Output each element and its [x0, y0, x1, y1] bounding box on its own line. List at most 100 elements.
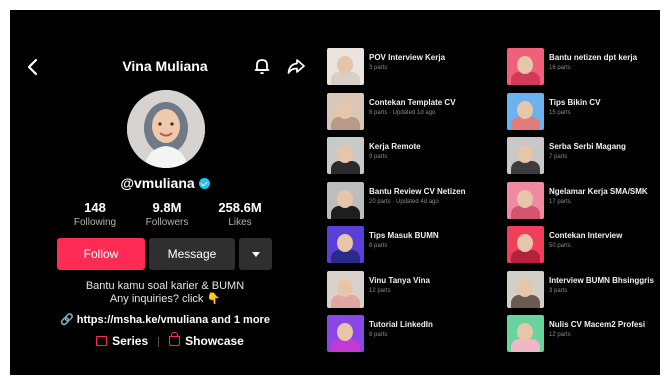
tab-showcase[interactable]: Showcase: [169, 332, 244, 348]
bell-icon[interactable]: [252, 56, 272, 76]
series-item[interactable]: Contekan Interview 50 parts: [507, 226, 660, 266]
series-title: Vinu Tanya Vina: [369, 275, 430, 285]
series-item[interactable]: Tips Bikin CV 15 parts: [507, 92, 660, 133]
series-item[interactable]: Bantu netizen dpt kerja 16 parts: [507, 48, 660, 88]
series-thumbnail: [507, 270, 544, 308]
message-button[interactable]: Message: [149, 238, 235, 270]
series-thumbnail: [327, 92, 364, 130]
series-thumbnail: [507, 137, 544, 174]
series-title: Tutorial LinkedIn: [369, 320, 433, 329]
follow-button[interactable]: Follow: [57, 238, 145, 270]
series-parts: 16 parts: [549, 65, 571, 71]
thumbnail-face: [517, 189, 533, 208]
stat-following[interactable]: 148 Following: [60, 200, 130, 228]
stat-label: Likes: [228, 217, 252, 228]
series-thumbnail: [327, 137, 364, 174]
series-item[interactable]: Interview BUMN Bhsinggris 3 parts: [507, 270, 660, 311]
series-title: POV Interview Kerja: [369, 53, 446, 62]
series-thumbnail: [507, 48, 544, 85]
series-thumbnail: [507, 181, 544, 219]
thumbnail-face: [517, 56, 533, 74]
series-thumbnail: [507, 315, 544, 352]
series-item[interactable]: Tutorial LinkedIn 8 parts: [327, 315, 487, 355]
series-item[interactable]: POV Interview Kerja 3 parts: [327, 48, 487, 88]
back-icon[interactable]: [24, 57, 44, 77]
series-parts: 3 parts: [549, 287, 568, 294]
bio: Bantu kamu soal karier & BUMN Any inquir…: [50, 280, 280, 306]
series-parts: 17 parts: [549, 198, 571, 205]
series-parts: 7 parts: [549, 154, 568, 160]
series-title: Nulis CV Macem2 Profesi: [549, 320, 646, 329]
series-item[interactable]: Tips Masuk BUMN 8 parts: [327, 226, 487, 266]
series-parts: 50 parts: [549, 243, 571, 249]
thumbnail-face: [517, 234, 533, 252]
series-item[interactable]: Ngelamar Kerja SMA/SMK 17 parts: [507, 181, 660, 222]
series-title: Kerja Remote: [369, 142, 421, 151]
thumbnail-face: [337, 189, 353, 208]
series-item[interactable]: Bantu Review CV Netizen 20 parts · Update…: [327, 181, 487, 222]
series-item[interactable]: Contekan Template CV 8 parts · Updated 1d…: [327, 92, 487, 133]
series-title: Bantu netizen dpt kerja: [549, 53, 638, 62]
bio-line: Any inquiries? click 👇: [109, 293, 221, 305]
thumbnail-face: [337, 145, 353, 163]
thumbnail-face: [337, 323, 353, 341]
stat-label: Followers: [145, 217, 189, 228]
link-icon: 🔗: [60, 314, 74, 326]
series-parts: 15 parts: [549, 109, 571, 116]
thumbnail-face: [337, 56, 353, 74]
profile-tabs: Series Showcase: [70, 332, 270, 349]
bio-line: Bantu kamu soal karier & BUMN: [85, 280, 245, 292]
series-thumbnail: [507, 92, 544, 130]
tab-series[interactable]: Series: [96, 334, 148, 348]
profile-link-text: https://msha.ke/vmuliana and 1 more: [76, 314, 270, 326]
more-options-button[interactable]: [239, 238, 272, 270]
stat-value: 258.6M: [218, 200, 262, 215]
avatar-image: [127, 90, 205, 168]
profile-link[interactable]: 🔗 https://msha.ke/vmuliana and 1 more: [50, 313, 280, 326]
username-text: @vmuliana: [120, 175, 195, 191]
share-icon[interactable]: [286, 56, 306, 76]
tab-divider: [158, 337, 160, 347]
thumbnail-face: [517, 100, 533, 119]
series-title: Ngelamar Kerja SMA/SMK: [549, 186, 648, 196]
chevron-down-icon: [251, 251, 260, 257]
series-parts: 20 parts · Updated 4d ago: [369, 198, 439, 205]
series-title: Interview BUMN Bhsinggris: [549, 275, 654, 285]
thumbnail-face: [337, 278, 353, 297]
series-thumbnail: [327, 226, 364, 263]
profile-screen: Vina Muliana @vmuliana 148 Following 9.8…: [10, 10, 660, 375]
series-parts: 12 parts: [549, 332, 571, 338]
series-item[interactable]: Serba Serbi Magang 7 parts: [507, 137, 660, 177]
avatar[interactable]: [127, 90, 205, 168]
series-icon: [96, 336, 108, 346]
series-item[interactable]: Vinu Tanya Vina 12 parts: [327, 270, 487, 311]
series-parts: 9 parts: [369, 154, 388, 160]
thumbnail-face: [337, 100, 353, 119]
thumbnail-face: [337, 234, 353, 252]
series-thumbnail: [507, 226, 544, 263]
series-parts: 3 parts: [369, 65, 388, 71]
stat-label: Following: [73, 217, 117, 228]
series-parts: 8 parts · Updated 1d ago: [369, 109, 436, 116]
profile-stats: 148 Following 9.8M Followers 258.6M Like…: [60, 200, 275, 236]
series-item[interactable]: Kerja Remote 9 parts: [327, 137, 487, 177]
shopping-bag-icon: [169, 332, 181, 346]
stat-followers[interactable]: 9.8M Followers: [132, 200, 202, 228]
thumbnail-face: [517, 323, 533, 341]
tab-showcase-label: Showcase: [185, 334, 244, 348]
series-thumbnail: [327, 48, 364, 85]
thumbnail-face: [517, 145, 533, 163]
series-thumbnail: [327, 270, 364, 308]
series-parts: 8 parts: [369, 243, 388, 249]
username: @vmuliana: [90, 175, 240, 191]
thumbnail-face: [517, 278, 533, 297]
stat-value: 9.8M: [152, 200, 182, 215]
series-title: Serba Serbi Magang: [549, 142, 626, 151]
series-item[interactable]: Nulis CV Macem2 Profesi 12 parts: [507, 315, 660, 355]
stat-likes: 258.6M Likes: [205, 200, 275, 228]
tab-series-label: Series: [112, 334, 149, 348]
profile-title: Vina Muliana: [122, 58, 208, 74]
series-parts: 12 parts: [369, 287, 391, 294]
series-title: Contekan Template CV: [369, 97, 456, 107]
series-title: Tips Bikin CV: [549, 97, 601, 107]
